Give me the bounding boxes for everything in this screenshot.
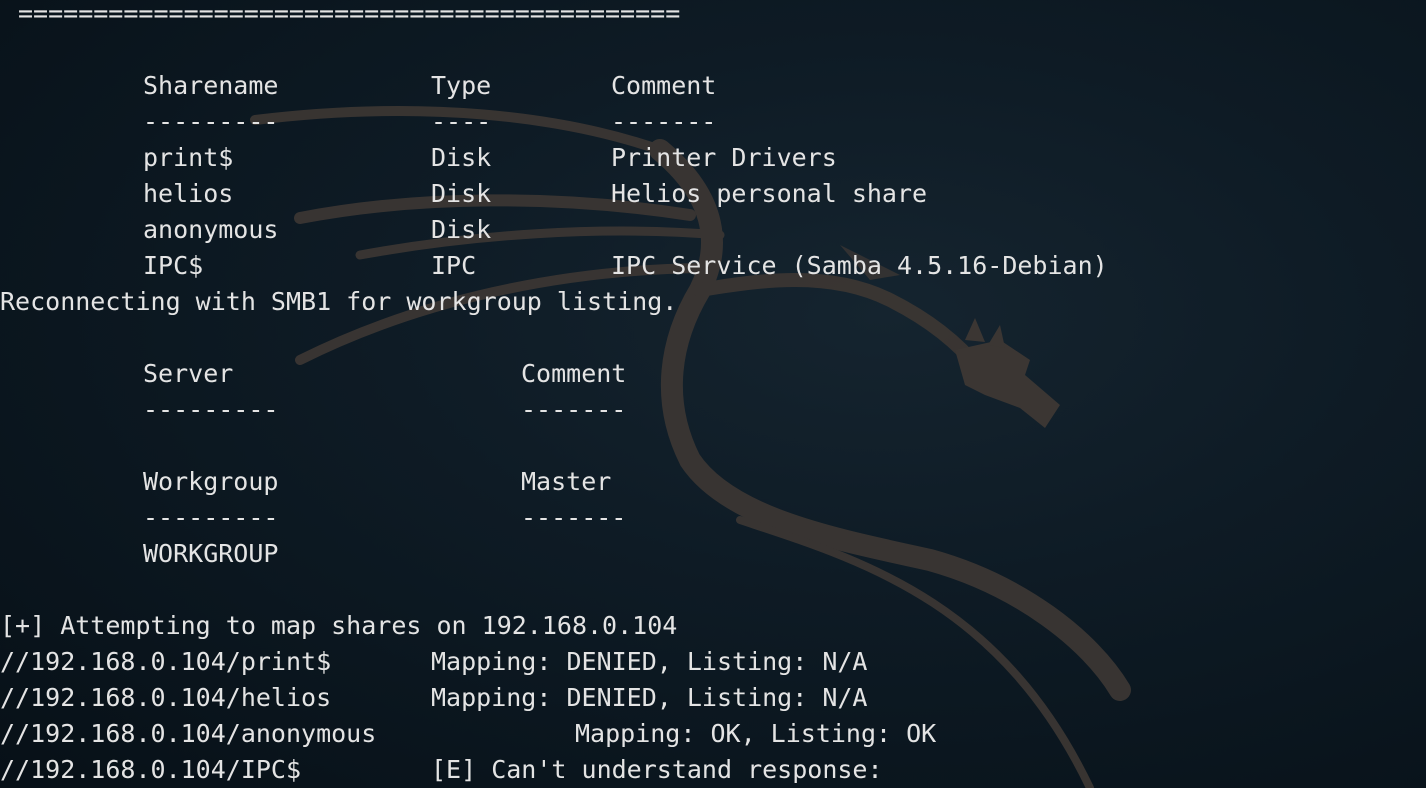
mapping-result: Mapping: OK, Listing: OK: [575, 719, 937, 748]
share-row: print$ Disk Printer Drivers: [0, 140, 1426, 176]
mapping-result-row: //192.168.0.104/helios Mapping: DENIED, …: [0, 680, 1426, 716]
separator: ========================================…: [18, 0, 681, 28]
server-underline-row: --------- -------: [0, 392, 1426, 428]
underline-type: ----: [431, 107, 492, 136]
underline-master: -------: [521, 503, 627, 532]
share-name: print$: [143, 143, 234, 172]
mapping-path: //192.168.0.104/print$: [0, 647, 332, 676]
share-name: IPC$: [143, 251, 204, 280]
header-sharename: Sharename: [143, 71, 279, 100]
mapping-result-row: //192.168.0.104/anonymous Mapping: OK, L…: [0, 716, 1426, 752]
mapping-path: //192.168.0.104/helios: [0, 683, 332, 712]
mapping-path: //192.168.0.104/IPC$: [0, 755, 302, 784]
reconnect-text: Reconnecting with SMB1 for workgroup lis…: [0, 287, 678, 316]
header-type: Type: [431, 71, 492, 100]
mapping-result-row: //192.168.0.104/print$ Mapping: DENIED, …: [0, 644, 1426, 680]
workgroup-row: WORKGROUP: [0, 536, 1426, 572]
underline-sharename: ---------: [143, 107, 279, 136]
shares-header-row: Sharename Type Comment: [0, 68, 1426, 104]
separator-line: ========================================…: [0, 0, 1426, 32]
share-type: Disk: [431, 143, 492, 172]
underline-server-comment: -------: [521, 395, 627, 424]
share-row: helios Disk Helios personal share: [0, 176, 1426, 212]
header-server-comment: Comment: [521, 359, 627, 388]
share-row: anonymous Disk: [0, 212, 1426, 248]
share-comment: IPC Service (Samba 4.5.16-Debian): [611, 251, 1108, 280]
mapping-result-row: //192.168.0.104/IPC$ [E] Can't understan…: [0, 752, 1426, 788]
mapping-path: //192.168.0.104/anonymous: [0, 719, 377, 748]
header-master: Master: [521, 467, 612, 496]
mapping-result: [E] Can't understand response:: [431, 755, 883, 784]
header-comment: Comment: [611, 71, 717, 100]
mapping-result: Mapping: DENIED, Listing: N/A: [431, 683, 868, 712]
mapping-result: Mapping: DENIED, Listing: N/A: [431, 647, 868, 676]
share-name: helios: [143, 179, 234, 208]
underline-server: ---------: [143, 395, 279, 424]
shares-underline-row: --------- ---- -------: [0, 104, 1426, 140]
server-header-row: Server Comment: [0, 356, 1426, 392]
workgroup-header-row: Workgroup Master: [0, 464, 1426, 500]
underline-comment: -------: [611, 107, 717, 136]
share-comment: Helios personal share: [611, 179, 928, 208]
terminal-window[interactable]: ========================================…: [0, 0, 1426, 788]
share-comment: Printer Drivers: [611, 143, 837, 172]
header-server: Server: [143, 359, 234, 388]
share-type: IPC: [431, 251, 477, 280]
share-type: Disk: [431, 215, 492, 244]
workgroup-underline-row: --------- -------: [0, 500, 1426, 536]
share-type: Disk: [431, 179, 492, 208]
reconnect-message: Reconnecting with SMB1 for workgroup lis…: [0, 284, 1426, 320]
workgroup-name: WORKGROUP: [143, 539, 279, 568]
share-row: IPC$ IPC IPC Service (Samba 4.5.16-Debia…: [0, 248, 1426, 284]
mapping-attempt-line: [+] Attempting to map shares on 192.168.…: [0, 608, 1426, 644]
underline-workgroup: ---------: [143, 503, 279, 532]
share-name: anonymous: [143, 215, 279, 244]
terminal-output: ========================================…: [0, 0, 1426, 788]
mapping-attempt: [+] Attempting to map shares on 192.168.…: [0, 611, 678, 640]
header-workgroup: Workgroup: [143, 467, 279, 496]
